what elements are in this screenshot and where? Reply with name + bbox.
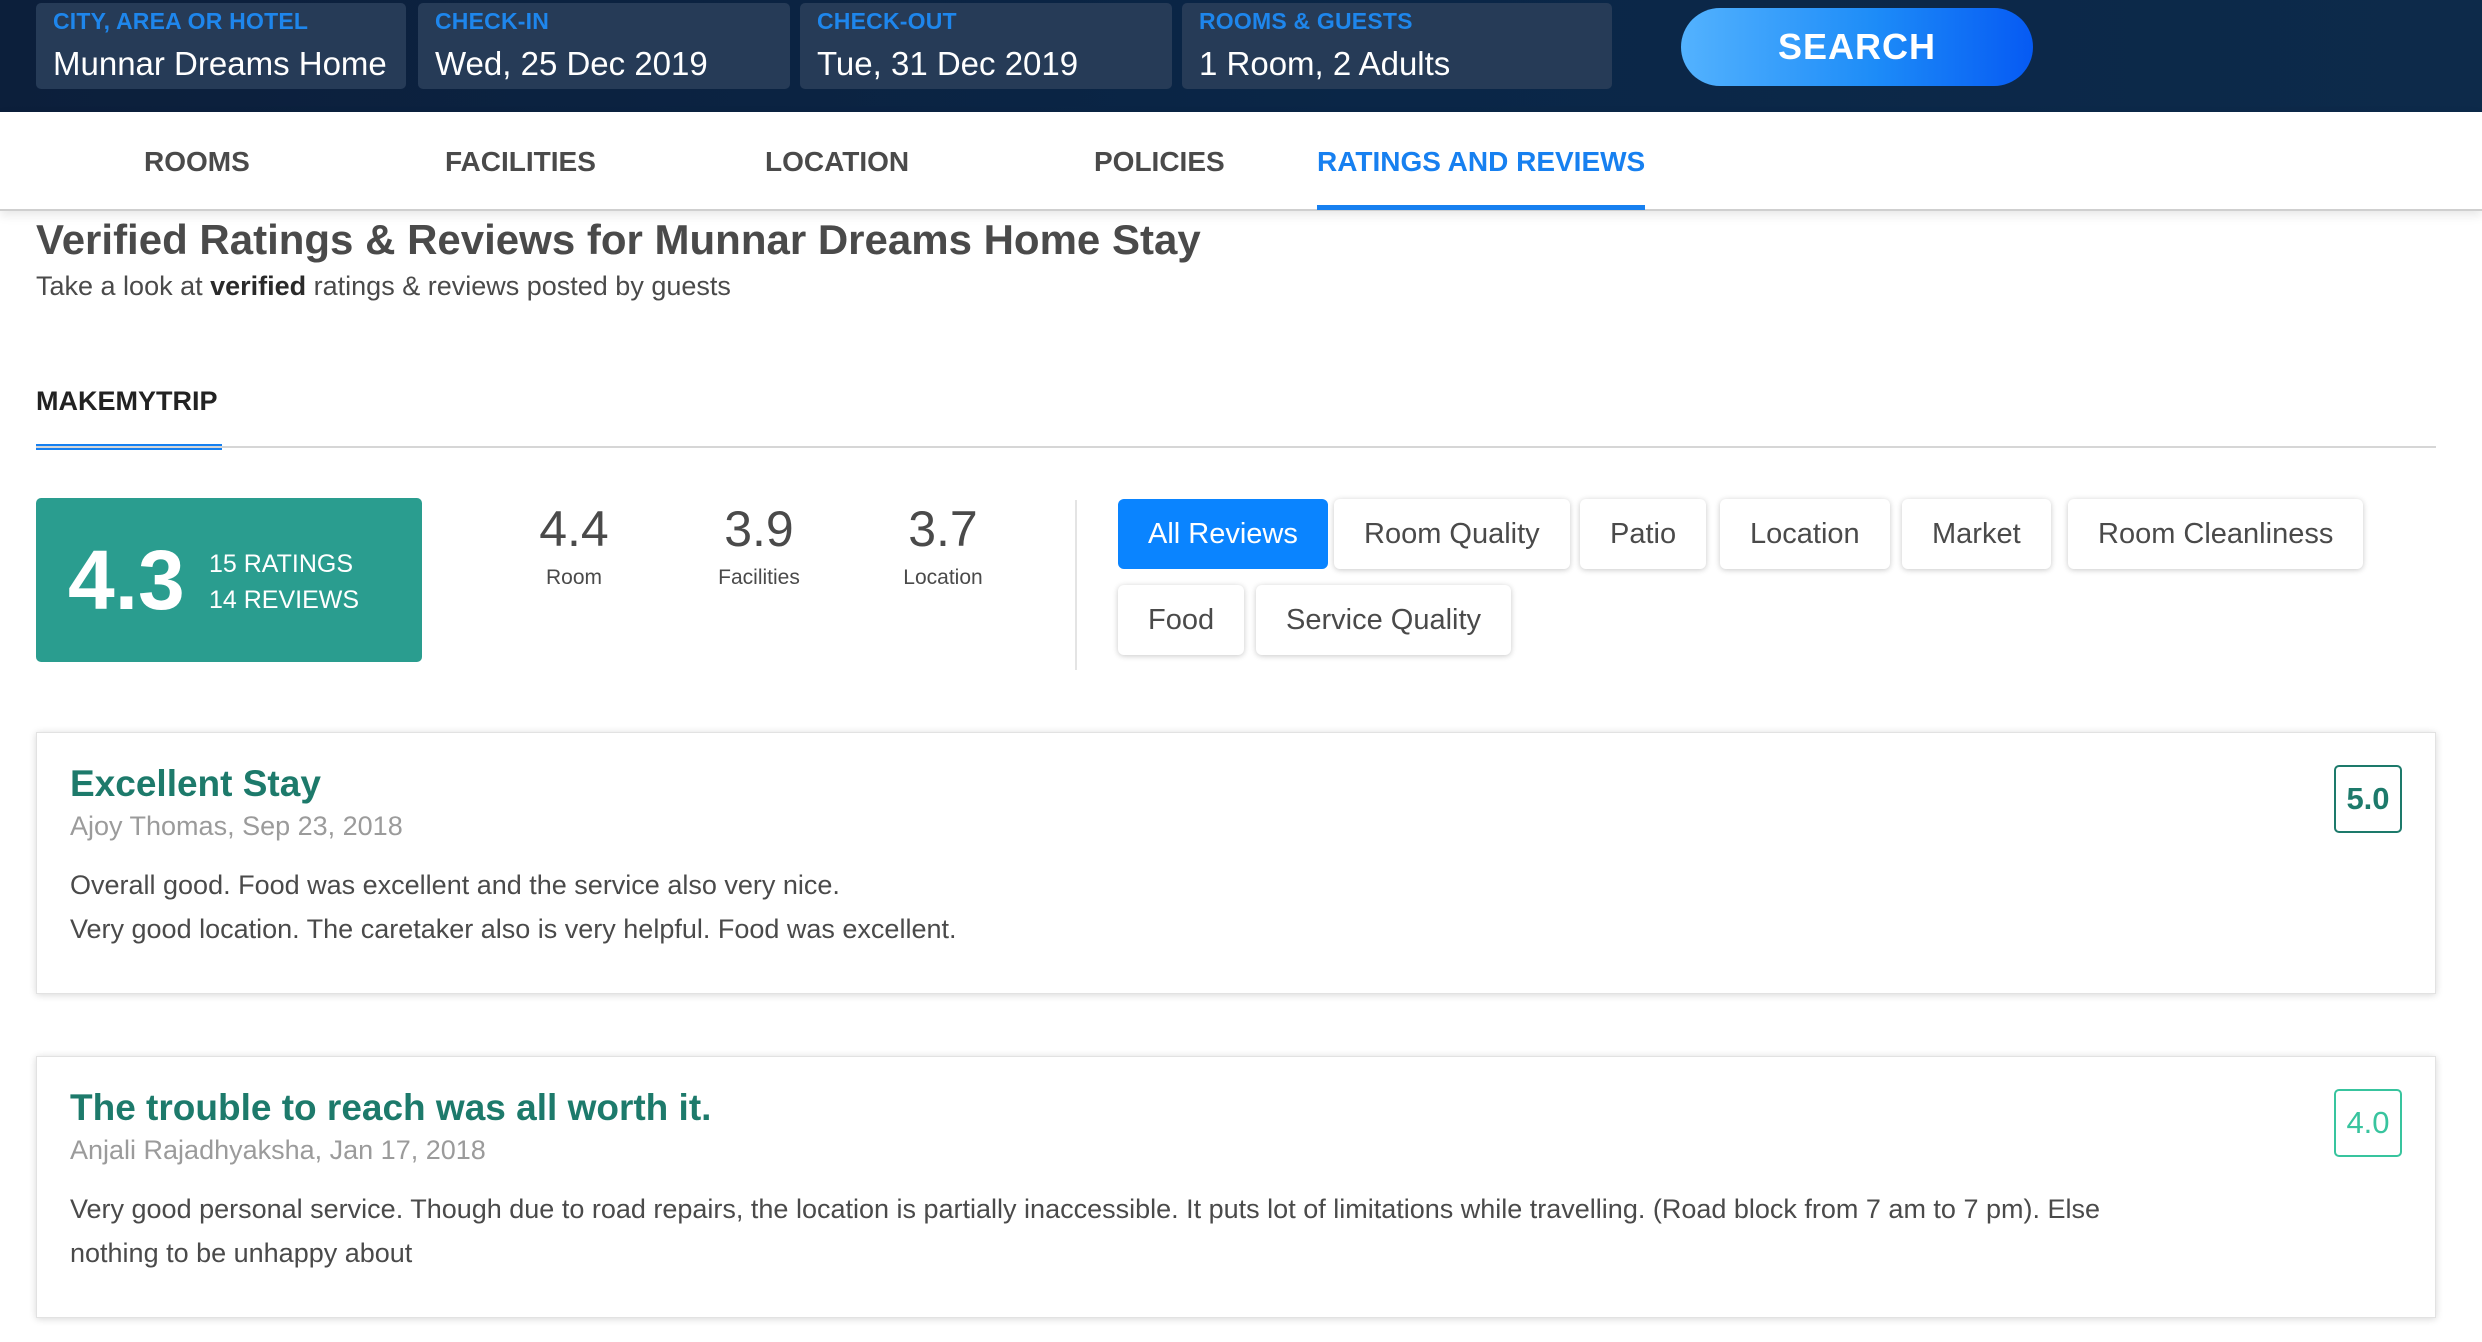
subscore-room-value: 4.4 bbox=[539, 501, 609, 557]
search-button[interactable]: SEARCH bbox=[1681, 8, 2033, 86]
filter-location[interactable]: Location bbox=[1720, 499, 1890, 569]
review-score-badge: 5.0 bbox=[2334, 765, 2402, 833]
source-tab-makemytrip[interactable]: MAKEMYTRIP bbox=[36, 384, 222, 450]
checkin-field-value[interactable]: Wed, 25 Dec 2019 bbox=[435, 45, 773, 83]
review-line: Very good location. The caretaker also i… bbox=[70, 914, 957, 944]
review-line: Overall good. Food was excellent and the… bbox=[70, 870, 840, 900]
review-author-date: Ajoy Thomas, Sep 23, 2018 bbox=[70, 811, 403, 841]
filter-room-quality[interactable]: Room Quality bbox=[1334, 499, 1570, 569]
filter-room-cleanliness[interactable]: Room Cleanliness bbox=[2068, 499, 2364, 569]
tab-policies[interactable]: POLICIES bbox=[1094, 112, 1225, 209]
checkout-field-label: CHECK-OUT bbox=[817, 8, 957, 34]
tab-location[interactable]: LOCATION bbox=[765, 112, 909, 209]
filter-all-reviews[interactable]: All Reviews bbox=[1118, 499, 1328, 569]
section-tabs: ROOMS FACILITIES LOCATION POLICIES RATIN… bbox=[0, 112, 2482, 211]
subtitle-text-end: ratings & reviews posted by guests bbox=[306, 271, 731, 301]
review-body: Very good personal service. Though due t… bbox=[70, 1187, 2150, 1275]
guests-field-value[interactable]: 1 Room, 2 Adults bbox=[1199, 45, 1595, 83]
guests-field-label: ROOMS & GUESTS bbox=[1199, 8, 1413, 34]
overall-rating-box: 4.3 15 RATINGS 14 REVIEWS bbox=[36, 498, 422, 662]
city-field-label: CITY, AREA OR HOTEL bbox=[53, 8, 309, 34]
subscore-room-label: Room bbox=[545, 566, 603, 589]
subscore-facilities: 3.9 Facilities bbox=[684, 500, 834, 590]
subscore-location-label: Location bbox=[903, 566, 983, 589]
subtitle-text-start: Take a look at bbox=[36, 271, 211, 301]
review-author-date: Anjali Rajadhyaksha, Jan 17, 2018 bbox=[70, 1135, 486, 1165]
review-title: The trouble to reach was all worth it. bbox=[70, 1087, 712, 1128]
filter-market[interactable]: Market bbox=[1902, 499, 2051, 569]
subscore-room: 4.4 Room bbox=[499, 500, 649, 590]
city-field-value[interactable]: Munnar Dreams Home Stay bbox=[53, 45, 389, 83]
subscore-facilities-label: Facilities bbox=[718, 566, 800, 589]
subscore-location-value: 3.7 bbox=[908, 501, 978, 557]
tab-facilities[interactable]: FACILITIES bbox=[445, 112, 596, 209]
ratings-divider bbox=[1075, 500, 1077, 670]
filter-food[interactable]: Food bbox=[1118, 585, 1245, 655]
tab-rooms[interactable]: ROOMS bbox=[144, 112, 250, 209]
review-line: Very good personal service. Though due t… bbox=[70, 1194, 2100, 1268]
source-divider bbox=[36, 446, 2436, 448]
search-bar: CITY, AREA OR HOTEL Munnar Dreams Home S… bbox=[0, 0, 2482, 112]
overall-score: 4.3 bbox=[68, 533, 185, 627]
checkin-field-label: CHECK-IN bbox=[435, 8, 550, 34]
page-subtitle: Take a look at verified ratings & review… bbox=[36, 271, 731, 302]
review-score-badge: 4.0 bbox=[2334, 1089, 2402, 1157]
checkout-field-value[interactable]: Tue, 31 Dec 2019 bbox=[817, 45, 1155, 83]
review-title: Excellent Stay bbox=[70, 763, 321, 804]
subscore-facilities-value: 3.9 bbox=[724, 501, 794, 557]
city-field[interactable]: CITY, AREA OR HOTEL Munnar Dreams Home S… bbox=[36, 3, 406, 89]
checkout-field[interactable]: CHECK-OUT Tue, 31 Dec 2019 bbox=[800, 3, 1172, 89]
tab-ratings-and-reviews[interactable]: RATINGS AND REVIEWS bbox=[1317, 112, 1646, 210]
ratings-count: 15 RATINGS bbox=[209, 550, 354, 578]
subscore-location: 3.7 Location bbox=[868, 500, 1018, 590]
guests-field[interactable]: ROOMS & GUESTS 1 Room, 2 Adults bbox=[1182, 3, 1612, 89]
filter-service-quality[interactable]: Service Quality bbox=[1256, 585, 1512, 655]
filter-patio[interactable]: Patio bbox=[1580, 499, 1707, 569]
review-card: Excellent Stay Ajoy Thomas, Sep 23, 2018… bbox=[36, 732, 2436, 994]
reviews-count: 14 REVIEWS bbox=[209, 586, 360, 614]
review-card: The trouble to reach was all worth it. A… bbox=[36, 1056, 2436, 1318]
review-body: Overall good. Food was excellent and the… bbox=[70, 863, 2150, 951]
checkin-field[interactable]: CHECK-IN Wed, 25 Dec 2019 bbox=[418, 3, 790, 89]
subtitle-verified: verified bbox=[210, 271, 307, 301]
page-title: Verified Ratings & Reviews for Munnar Dr… bbox=[36, 216, 1201, 263]
